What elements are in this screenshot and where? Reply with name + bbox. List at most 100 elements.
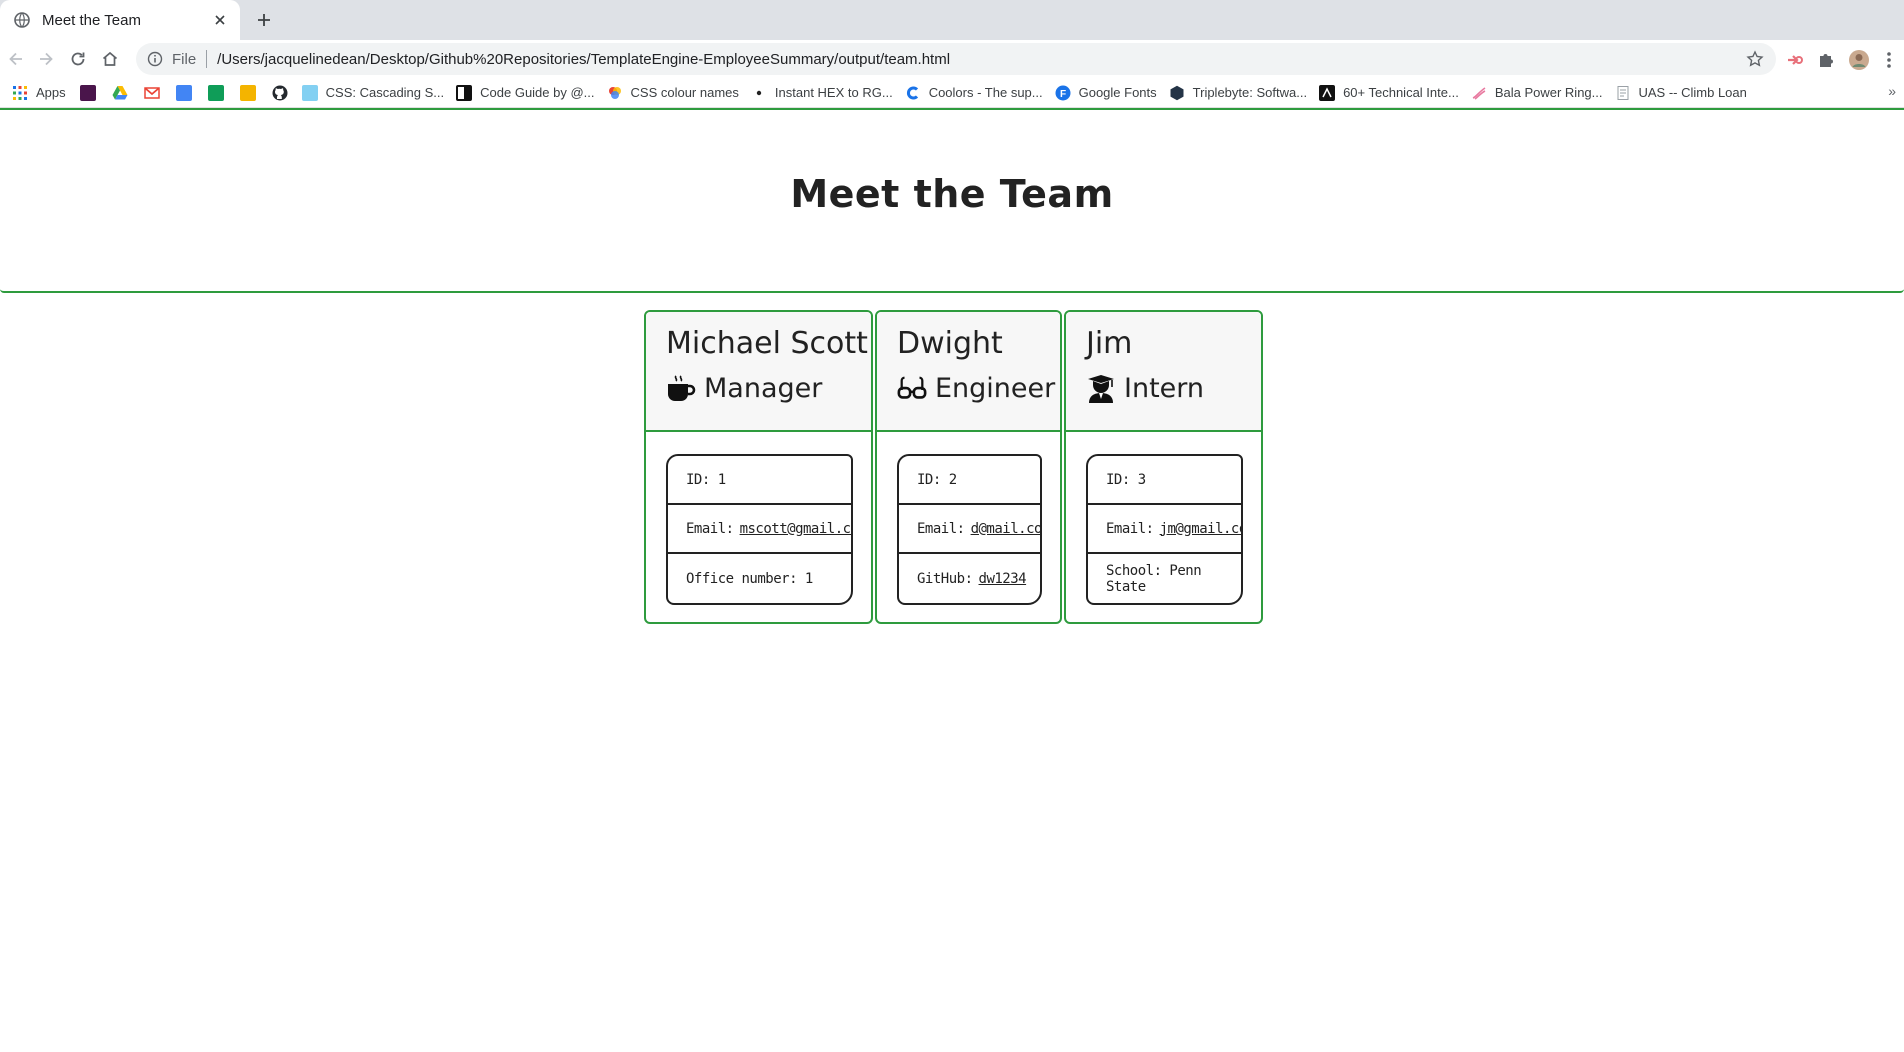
employee-email: Email: jm@gmail.com xyxy=(1088,505,1241,554)
kebab-menu-icon[interactable] xyxy=(1878,49,1900,71)
bookmark-label: Coolors - The sup... xyxy=(928,85,1043,100)
employee-office-number: Office number: 1 xyxy=(668,554,851,603)
bookmark-google-fonts[interactable]: F Google Fonts xyxy=(1049,81,1163,105)
google-fonts-icon: F xyxy=(1055,85,1071,101)
apps-grid-icon xyxy=(12,85,28,101)
id-text: ID: 3 xyxy=(1106,471,1146,488)
slides-icon xyxy=(239,84,256,101)
bookmark-code-guide[interactable]: Code Guide by @... xyxy=(450,81,600,105)
bookmark-docs[interactable] xyxy=(168,81,200,105)
id-text: ID: 1 xyxy=(686,471,726,488)
card-header: Jim Intern xyxy=(1066,312,1261,432)
bookmark-label: Google Fonts xyxy=(1078,85,1157,100)
role-label: Manager xyxy=(704,373,823,404)
browser-toolbar: File /Users/jacquelinedean/Desktop/Githu… xyxy=(0,40,1904,78)
email-label: Email: xyxy=(1106,520,1154,537)
docs-icon xyxy=(175,84,192,101)
employee-card-intern: Jim Intern ID: 3 Email: jm@gmail.com Sch… xyxy=(1064,310,1263,624)
coolors-icon xyxy=(905,85,921,101)
drive-icon xyxy=(112,85,128,101)
bookmark-label: UAS -- Climb Loan xyxy=(1638,85,1747,100)
employee-card-manager: Michael Scott Manager ID: 1 Email: mscot… xyxy=(644,310,873,624)
bookmark-gmail[interactable] xyxy=(136,81,168,105)
bookmark-triplebyte[interactable]: Triplebyte: Softwa... xyxy=(1163,81,1313,105)
employee-card-engineer: Dwight Engineer ID: 2 Email: d@mail.com … xyxy=(875,310,1062,624)
bookmark-mdn-css[interactable]: CSS: Cascading S... xyxy=(296,81,451,105)
svg-text:F: F xyxy=(1060,89,1066,100)
employee-school: School: Penn State xyxy=(1088,554,1241,603)
bookmark-label: CSS: Cascading S... xyxy=(325,85,445,100)
email-link[interactable]: jm@gmail.com xyxy=(1160,521,1241,537)
employee-role: Intern xyxy=(1086,370,1261,408)
technical-icon xyxy=(1319,84,1336,101)
back-arrow-icon[interactable] xyxy=(4,47,28,71)
employee-id: ID: 1 xyxy=(668,456,851,505)
bookmark-apps[interactable]: Apps xyxy=(6,81,72,105)
info-icon[interactable] xyxy=(146,50,164,68)
github-link[interactable]: dw1234 xyxy=(979,571,1027,587)
home-icon[interactable] xyxy=(98,47,122,71)
address-divider xyxy=(206,50,208,68)
bookmark-coolors[interactable]: Coolors - The sup... xyxy=(899,81,1049,105)
id-text: ID: 2 xyxy=(917,471,957,488)
bookmark-bala[interactable]: Bala Power Ring... xyxy=(1465,81,1609,105)
bookmark-label: Instant HEX to RG... xyxy=(774,85,893,100)
doc-icon xyxy=(1615,85,1631,101)
bookmark-slack[interactable] xyxy=(72,81,104,105)
coffee-mug-icon xyxy=(666,374,696,404)
new-tab-button[interactable] xyxy=(252,8,276,32)
puzzle-icon[interactable] xyxy=(1815,49,1837,71)
close-icon[interactable] xyxy=(210,10,230,30)
bookmark-label: CSS colour names xyxy=(630,85,739,100)
email-label: Email: xyxy=(686,520,734,537)
bookmark-github[interactable] xyxy=(264,81,296,105)
email-label: Email: xyxy=(917,520,965,537)
address-bar[interactable]: File /Users/jacquelinedean/Desktop/Githu… xyxy=(136,43,1776,75)
browser-tab[interactable]: Meet the Team xyxy=(0,0,240,40)
employee-details-list: ID: 1 Email: mscott@gmail.com Office num… xyxy=(666,454,853,605)
glasses-icon xyxy=(897,374,927,404)
gmail-icon xyxy=(143,85,160,101)
office-number-text: Office number: 1 xyxy=(686,570,813,587)
star-icon[interactable] xyxy=(1746,50,1764,68)
bookmark-uas[interactable]: UAS -- Climb Loan xyxy=(1609,81,1753,105)
employee-email: Email: d@mail.com xyxy=(899,505,1040,554)
bookmarks-bar: Apps CSS: Cascading S... Code Guide by @… xyxy=(0,78,1904,108)
reload-icon[interactable] xyxy=(66,47,90,71)
graduate-icon xyxy=(1086,374,1116,404)
bookmark-sheets[interactable] xyxy=(200,81,232,105)
bookmark-technical[interactable]: 60+ Technical Inte... xyxy=(1313,81,1465,105)
employee-role: Engineer xyxy=(897,370,1060,408)
bookmark-label: Apps xyxy=(36,85,66,100)
extension-icon[interactable] xyxy=(1784,49,1806,71)
employee-name: Michael Scott xyxy=(666,326,868,361)
globe-icon xyxy=(14,12,30,28)
avatar[interactable] xyxy=(1848,49,1870,71)
bookmark-hex-rgb[interactable]: Instant HEX to RG... xyxy=(745,81,899,105)
bookmark-label: Triplebyte: Softwa... xyxy=(1192,85,1308,100)
school-text: School: Penn State xyxy=(1106,562,1202,595)
card-header: Michael Scott Manager xyxy=(646,312,871,432)
page-body: Meet the Team Michael Scott Manager ID: … xyxy=(0,108,1904,1052)
email-link[interactable]: mscott@gmail.com xyxy=(740,521,851,537)
sheets-icon xyxy=(207,84,224,101)
employee-id: ID: 2 xyxy=(899,456,1040,505)
slack-icon xyxy=(79,84,96,101)
role-label: Intern xyxy=(1124,373,1205,404)
email-link[interactable]: d@mail.com xyxy=(971,521,1040,537)
bookmark-slides[interactable] xyxy=(232,81,264,105)
employee-github: GitHub: dw1234 xyxy=(899,554,1040,603)
bookmarks-overflow-button[interactable]: » xyxy=(1888,83,1896,99)
employee-email: Email: mscott@gmail.com xyxy=(668,505,851,554)
address-url[interactable]: /Users/jacquelinedean/Desktop/Github%20R… xyxy=(217,51,950,68)
bookmark-label: Code Guide by @... xyxy=(480,85,595,100)
forward-arrow-icon[interactable] xyxy=(34,47,58,71)
github-icon xyxy=(272,85,288,101)
triplebyte-icon xyxy=(1169,85,1185,101)
colour-icon xyxy=(607,85,623,101)
bookmark-css-colours[interactable]: CSS colour names xyxy=(601,81,745,105)
bookmark-drive[interactable] xyxy=(104,81,136,105)
bookmark-label: Bala Power Ring... xyxy=(1494,85,1603,100)
page-header: Meet the Team xyxy=(0,108,1904,293)
bala-icon xyxy=(1471,85,1487,101)
